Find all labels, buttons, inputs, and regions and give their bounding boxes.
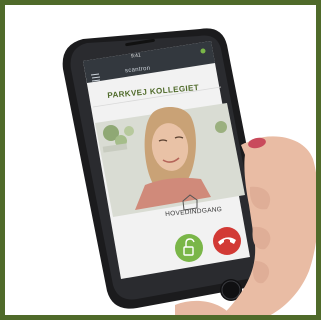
phone bbox=[62, 28, 270, 309]
image-frame: 9:41 scantron PARKVEJ KOLLEGIET HOVEDIND… bbox=[0, 0, 321, 320]
unlock-icon-button bbox=[175, 234, 203, 262]
phone-hangup-icon-button bbox=[213, 227, 241, 255]
photo-scene bbox=[62, 28, 316, 315]
status-time: 9:41 bbox=[130, 52, 142, 60]
